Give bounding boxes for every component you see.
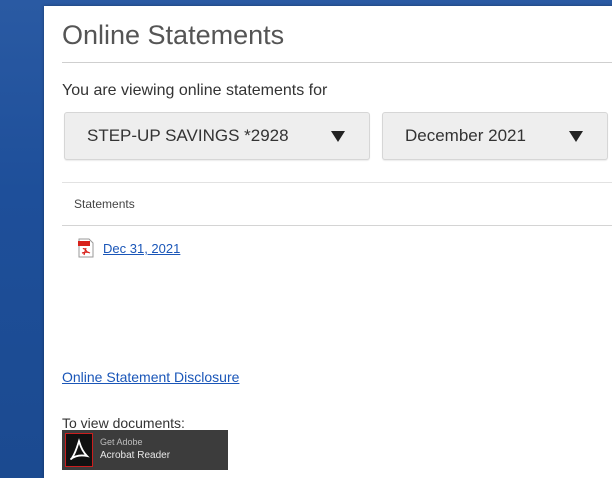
title-divider: [62, 62, 612, 63]
month-select-value: December 2021: [405, 126, 526, 145]
account-select[interactable]: STEP-UP SAVINGS *2928: [64, 112, 370, 160]
caret-down-icon: [331, 131, 345, 142]
viewing-label: You are viewing online statements for: [62, 82, 328, 99]
page-title: Online Statements: [62, 20, 285, 50]
view-documents-label: To view documents:: [62, 415, 185, 431]
disclosure-link[interactable]: Online Statement Disclosure: [62, 369, 239, 385]
adobe-badge-line2: Acrobat Reader: [100, 450, 171, 461]
statements-panel: Online Statements You are viewing online…: [44, 6, 612, 478]
statements-table-header: Statements T: [62, 182, 612, 226]
get-adobe-reader-button[interactable]: Get Adobe Acrobat Reader: [62, 430, 228, 470]
table-row: Dec 31, 2021 F: [62, 234, 612, 264]
adobe-swoosh-icon: [70, 438, 90, 460]
account-select-value: STEP-UP SAVINGS *2928: [87, 126, 289, 145]
statement-link[interactable]: Dec 31, 2021: [103, 241, 180, 256]
adobe-badge-line1: Get Adobe: [100, 437, 143, 447]
caret-down-icon: [569, 131, 583, 142]
pdf-file-icon: [78, 238, 94, 258]
column-header-statements: Statements: [74, 197, 135, 211]
adobe-acrobat-icon: [65, 433, 93, 467]
month-select[interactable]: December 2021: [382, 112, 608, 160]
